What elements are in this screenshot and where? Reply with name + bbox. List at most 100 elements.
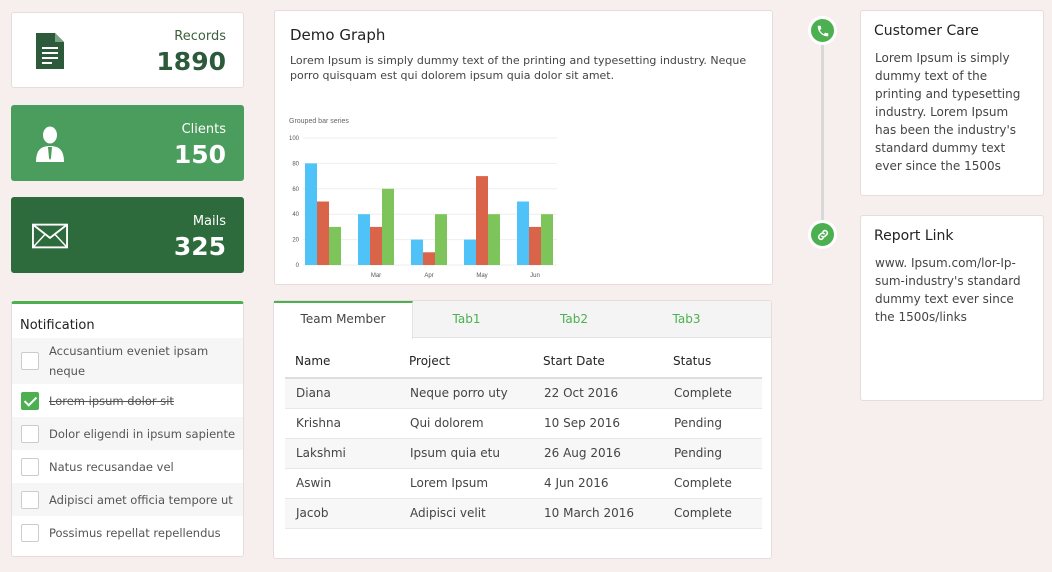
x-tick-label: Apr [424,273,433,279]
table-cell: Lakshmi [285,438,399,469]
checkbox[interactable] [21,352,39,370]
table-cell: Pending [663,438,762,469]
x-tick-label: Jun [530,273,540,279]
col-project: Project [399,344,533,379]
table-cell: Complete [663,468,762,499]
grouped-bar-chart: Grouped bar series 0 20 40 60 80 100 Mar Apr May J… [289,118,557,279]
notification-item[interactable]: Lorem ipsum dolor sit [12,384,243,417]
user-icon [32,124,68,164]
y-tick-label: 20 [292,238,299,244]
col-start-date: Start Date [533,344,663,379]
link-icon[interactable] [808,220,837,249]
table-cell: Neque porro uty [399,378,533,409]
records-label: Records [174,29,226,44]
tab-bar: Team Member Tab1 Tab2 Tab3 [274,301,771,339]
bar [435,214,447,265]
bar [317,201,329,265]
y-tick-label: 100 [289,136,300,142]
notification-text: Adipisci amet officia tempore ut [49,492,233,507]
bar [382,188,394,265]
table-row[interactable]: Jacob Adipisci velit 10 March 2016 Complete [285,498,762,529]
notification-list: Accusantium eveniet ipsam neque Lorem ips… [12,338,243,549]
table-cell: Qui dolorem [399,408,533,439]
bar [358,214,370,265]
mail-icon [32,216,68,256]
customer-care-text: Lorem Ipsum is simply dummy text of the … [875,51,1021,173]
report-link-card: Report Link www. Ipsum.com/lor-Ip-sum-in… [860,215,1044,401]
mails-value: 325 [173,232,226,261]
document-icon [32,31,68,71]
checkbox[interactable] [21,523,39,542]
notification-text: Possimus repellat repellendus [49,525,221,540]
clients-card[interactable]: Clients 150 [11,105,244,181]
col-name: Name [285,344,399,379]
notification-item[interactable]: Natus recusandae vel [12,450,243,483]
bar [541,214,553,265]
table-cell: Ipsum quia etu [399,438,533,469]
table-cell: Lorem Ipsum [399,468,533,499]
team-table: Name Project Start Date Status Diana Nequ… [285,344,762,529]
clients-value: 150 [173,140,226,169]
bar [370,226,382,265]
notification-item[interactable]: Adipisci amet officia tempore ut [12,483,243,516]
bar [423,252,435,265]
table-cell: 26 Aug 2016 [533,438,663,469]
bar [529,226,541,265]
y-tick-label: 80 [292,161,299,167]
checkbox[interactable] [21,457,39,476]
graph-title: Demo Graph [290,26,386,44]
tab-1[interactable]: Tab1 [413,301,520,338]
table-cell: Adipisci velit [399,498,533,529]
x-tick-label: Mar [371,273,381,279]
table-cell: Jacob [285,498,399,529]
notification-text: Accusantium eveniet ipsam neque [49,344,209,378]
col-status: Status [663,344,762,379]
notification-text: Dolor eligendi in ipsum sapiente [49,426,236,441]
table-cell: Pending [663,408,762,439]
table-row[interactable]: Krishna Qui dolorem 10 Sep 2016 Pending [285,408,762,439]
table-cell: Diana [285,378,399,409]
timeline-line [821,32,824,234]
report-link-text[interactable]: www. Ipsum.com/lor-Ip-sum-industry's sta… [861,252,1043,328]
y-tick-label: 40 [292,212,299,218]
notification-item[interactable]: Dolor eligendi in ipsum sapiente [12,417,243,450]
customer-care-card: Customer Care Lorem Ipsum is simply dumm… [860,10,1044,196]
table-row[interactable]: Lakshmi Ipsum quia etu 26 Aug 2016 Pending [285,438,762,469]
bar [329,226,341,265]
phone-icon[interactable] [808,16,837,45]
bar [517,201,529,265]
tab-2[interactable]: Tab2 [520,301,628,338]
table-body: Diana Neque porro uty 22 Oct 2016 Complete K… [285,378,762,529]
table-cell: Complete [663,378,762,409]
notification-item[interactable]: Possimus repellat repellendus [12,516,243,549]
table-cell: Krishna [285,408,399,439]
table-row[interactable]: Diana Neque porro uty 22 Oct 2016 Complete [285,378,762,409]
table-cell: Complete [663,498,762,529]
table-cell: 10 Sep 2016 [533,408,663,439]
records-card[interactable]: Records 1890 [11,12,244,88]
tab-3[interactable]: Tab3 [628,301,745,338]
table-cell: 4 Jun 2016 [533,468,663,499]
tab-team-member[interactable]: Team Member [274,301,413,339]
notification-text: Natus recusandae vel [49,459,174,474]
records-value: 1890 [156,47,226,76]
table-cell: 10 March 2016 [533,498,663,529]
y-tick-label: 60 [292,187,299,193]
team-table-card: Team Member Tab1 Tab2 Tab3 Name Project … [273,300,772,559]
mails-label: Mails [192,214,226,229]
clients-label: Clients [181,122,226,137]
checkbox[interactable] [21,424,39,443]
checkbox[interactable] [21,490,39,509]
y-tick-label: 0 [296,263,300,269]
table-row[interactable]: Aswin Lorem Ipsum 4 Jun 2016 Complete [285,468,762,499]
bar [305,163,317,265]
table-header-row: Name Project Start Date Status [285,344,762,379]
graph-description: Lorem Ipsum is simply dummy text of the … [290,54,747,82]
table-cell: Aswin [285,468,399,499]
checkbox-checked[interactable] [21,391,39,410]
mails-card[interactable]: Mails 325 [11,197,244,273]
x-tick-label: May [476,273,487,279]
bar [464,239,476,265]
report-link-title: Report Link [874,228,954,244]
notification-item[interactable]: Accusantium eveniet ipsam neque [12,338,243,384]
